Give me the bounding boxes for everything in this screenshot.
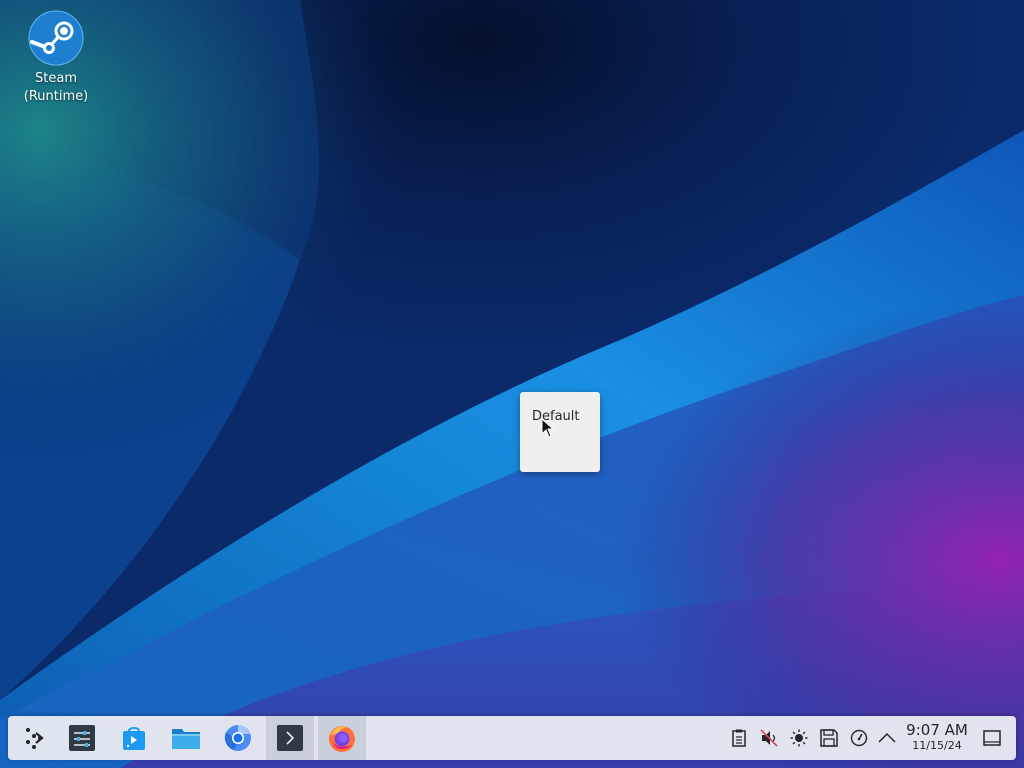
desktop-icon-steam[interactable]: Steam (Runtime): [14, 10, 98, 106]
storage-icon: [820, 729, 838, 747]
digital-clock[interactable]: 9:07 AM 11/15/24: [904, 721, 970, 753]
volume-muted-icon: [760, 729, 778, 747]
discover-store-icon: [123, 727, 145, 750]
brightness-icon: [790, 729, 808, 747]
volume-tray-button[interactable]: [756, 716, 782, 760]
desktop-icon-label-line1: Steam: [35, 71, 77, 86]
terminal-icon: [277, 725, 303, 751]
desktop: Steam (Runtime) Default 9:07 AM 11/15/24: [0, 0, 1024, 768]
desktop-icon-label-line2: (Runtime): [23, 89, 89, 104]
wallpaper: [0, 0, 1024, 768]
performance-tray-button[interactable]: [846, 716, 872, 760]
chromium-icon: [224, 725, 251, 751]
clipboard-tray-button[interactable]: [726, 716, 752, 760]
mouse-cursor-icon: [541, 418, 555, 438]
expand-tray-button[interactable]: [874, 716, 900, 760]
system-settings-button[interactable]: [58, 716, 106, 760]
menu-item-default[interactable]: Default: [532, 409, 580, 424]
show-desktop-button[interactable]: [979, 716, 1005, 760]
chevron-up-icon: [878, 732, 896, 743]
discover-button[interactable]: [110, 716, 158, 760]
storage-tray-button[interactable]: [816, 716, 842, 760]
clock-date: 11/15/24: [912, 739, 962, 752]
firefox-button[interactable]: [318, 716, 366, 760]
show-desktop-icon: [983, 730, 1001, 746]
folder-icon: [172, 729, 200, 749]
chromium-button[interactable]: [214, 716, 262, 760]
kde-launcher-icon: [26, 728, 44, 749]
application-launcher-button[interactable]: [10, 716, 58, 760]
terminal-button[interactable]: [266, 716, 314, 760]
clipboard-icon: [732, 729, 746, 747]
settings-sliders-icon: [69, 725, 95, 751]
popup-menu: Default: [520, 392, 600, 472]
brightness-tray-button[interactable]: [786, 716, 812, 760]
performance-gauge-icon: [850, 729, 868, 747]
firefox-icon: [329, 726, 355, 752]
clock-time: 9:07 AM: [906, 721, 968, 739]
steam-icon: [28, 10, 84, 66]
taskbar: 9:07 AM 11/15/24: [8, 716, 1016, 760]
file-manager-button[interactable]: [162, 716, 210, 760]
